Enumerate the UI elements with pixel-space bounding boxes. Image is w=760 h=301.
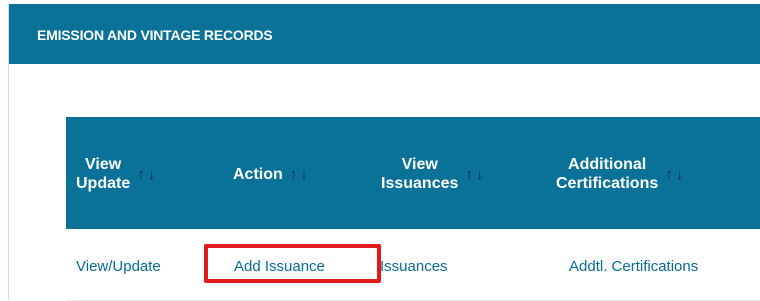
panel-title: EMISSION AND VINTAGE RECORDS	[37, 27, 273, 43]
emission-vintage-panel: EMISSION AND VINTAGE RECORDS View Update…	[8, 4, 760, 301]
sort-ascending-icon[interactable]: ↑	[137, 165, 145, 184]
sort-descending-icon[interactable]: ↓	[300, 165, 308, 184]
view-update-link[interactable]: View/Update	[76, 258, 161, 275]
add-issuance-link[interactable]: Add Issuance	[234, 258, 325, 275]
sort-controls: ↑ ↓	[465, 165, 486, 184]
table-row: View/Update Add Issuance Issuances Addtl…	[66, 230, 760, 301]
column-header-view-issuances[interactable]: View Issuances ↑ ↓	[381, 155, 486, 193]
sort-descending-icon[interactable]: ↓	[148, 165, 156, 184]
column-header-view-update[interactable]: View Update ↑ ↓	[76, 155, 158, 193]
column-label-line1: Additional	[568, 156, 647, 173]
sort-descending-icon[interactable]: ↓	[676, 165, 684, 184]
additional-certifications-link[interactable]: Addtl. Certifications	[569, 258, 698, 275]
column-header-additional-certifications[interactable]: Additional Certifications ↑ ↓	[556, 155, 686, 193]
column-label-line2: Certifications	[556, 175, 659, 192]
sort-controls: ↑ ↓	[665, 165, 686, 184]
column-label-line2: Update	[76, 175, 131, 192]
sort-controls: ↑ ↓	[290, 165, 311, 184]
column-label-line1: Action	[233, 166, 283, 183]
sort-ascending-icon[interactable]: ↑	[665, 165, 673, 184]
column-label-line1: View	[401, 156, 438, 173]
sort-controls: ↑ ↓	[137, 165, 158, 184]
sort-ascending-icon[interactable]: ↑	[465, 165, 473, 184]
column-label-line2: Issuances	[381, 175, 459, 192]
column-header-action[interactable]: Action ↑ ↓	[233, 165, 311, 184]
records-table-header: View Update ↑ ↓ Action ↑ ↓ View Issuance…	[66, 117, 760, 229]
issuances-link[interactable]: Issuances	[380, 258, 448, 275]
column-label-line1: View	[85, 156, 122, 173]
panel-header: EMISSION AND VINTAGE RECORDS	[9, 4, 760, 64]
sort-ascending-icon[interactable]: ↑	[290, 165, 298, 184]
sort-descending-icon[interactable]: ↓	[476, 165, 484, 184]
